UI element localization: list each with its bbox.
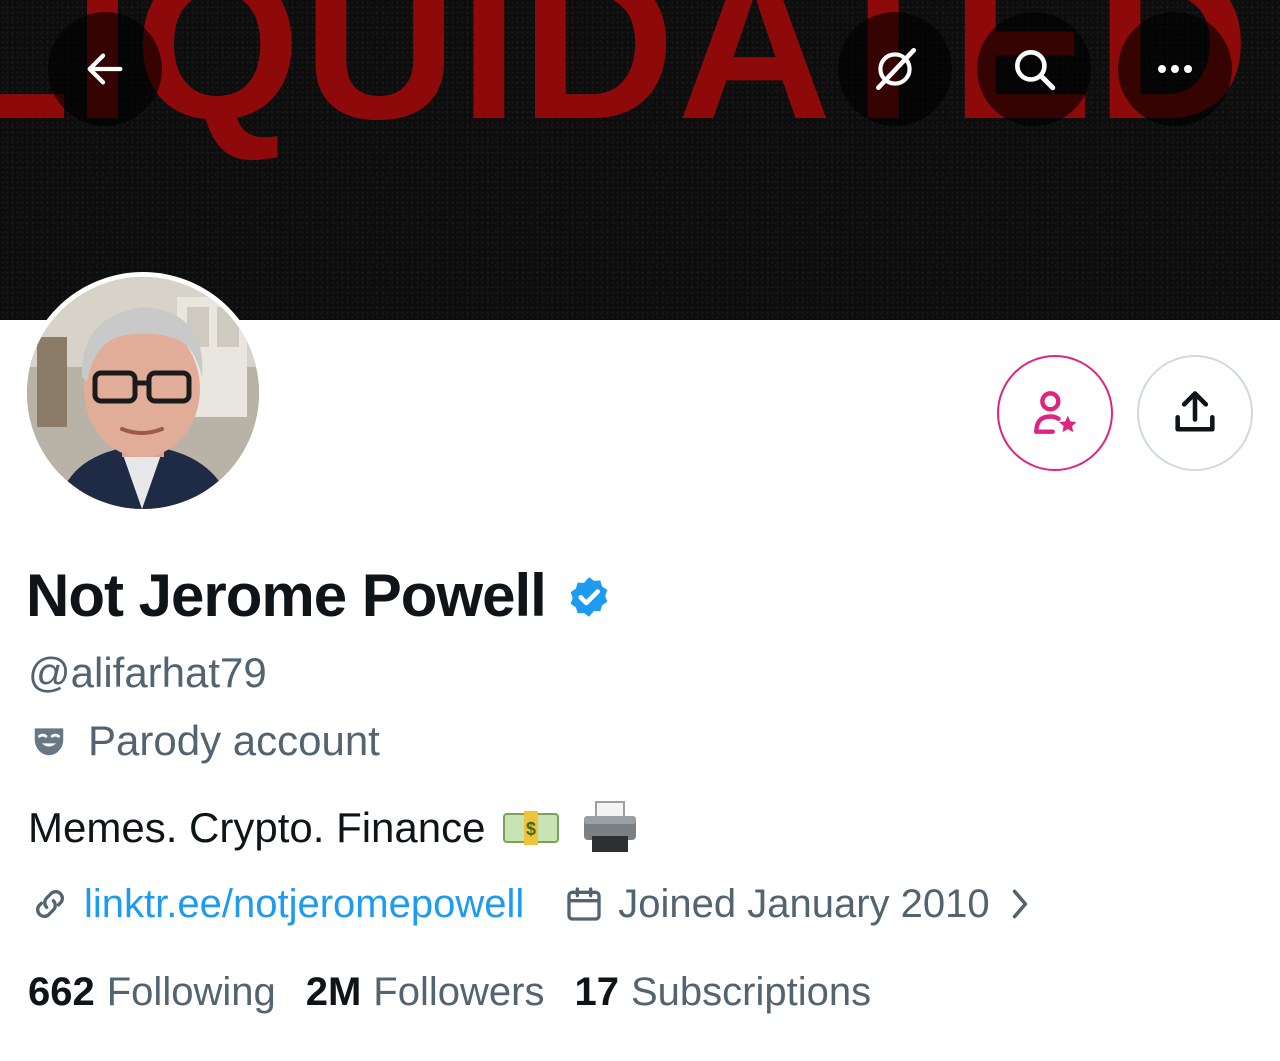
profile-stats: 662 Following 2M Followers 17 Subscripti… xyxy=(28,970,901,1015)
profile-name-row: Not Jerome Powell xyxy=(26,566,614,626)
verified-badge-icon[interactable] xyxy=(564,574,614,624)
printer-emoji-icon xyxy=(583,801,636,852)
back-button[interactable] xyxy=(48,12,162,126)
avatar-photo xyxy=(27,277,259,509)
followers-count: 2M xyxy=(305,970,362,1014)
chevron-right-icon[interactable] xyxy=(1008,886,1032,922)
search-icon xyxy=(1015,50,1056,91)
followers-label: Followers xyxy=(373,970,545,1014)
profile-bio: Memes. Crypto. Finance $ xyxy=(28,800,640,856)
more-button[interactable] xyxy=(1118,12,1232,126)
website-link[interactable]: linktr.ee/notjeromepowell xyxy=(84,884,524,924)
subscriptions-stat[interactable]: 17 Subscriptions xyxy=(574,970,871,1015)
parody-label-row: Parody account xyxy=(30,720,380,762)
link-icon xyxy=(36,890,64,918)
profile-handle: @alifarhat79 xyxy=(28,649,267,696)
profile-banner[interactable]: LIQUIDATED xyxy=(0,0,1280,320)
bio-text: Memes. Crypto. Finance xyxy=(28,804,486,851)
subscribe-button[interactable] xyxy=(997,355,1113,471)
calendar-icon xyxy=(567,887,601,921)
grok-button[interactable] xyxy=(838,12,952,126)
following-stat[interactable]: 662 Following xyxy=(28,970,276,1015)
arrow-left-icon xyxy=(87,53,123,85)
following-label: Following xyxy=(106,970,276,1014)
avatar-button[interactable] xyxy=(22,272,264,514)
parody-label: Parody account xyxy=(88,717,380,764)
grok-icon xyxy=(876,47,917,91)
parody-mask-icon xyxy=(34,728,64,756)
more-horizontal-icon xyxy=(1158,65,1192,73)
search-button[interactable] xyxy=(977,12,1091,126)
followers-stat[interactable]: 2M Followers xyxy=(306,970,545,1015)
person-star-icon xyxy=(1034,391,1077,434)
following-count: 662 xyxy=(28,970,95,1014)
svg-text:$: $ xyxy=(525,819,535,839)
share-upload-icon xyxy=(1175,391,1215,432)
display-name: Not Jerome Powell xyxy=(26,562,547,629)
subscriptions-label: Subscriptions xyxy=(630,970,872,1014)
share-button[interactable] xyxy=(1137,355,1253,471)
avatar xyxy=(27,277,259,509)
joined-date[interactable]: Joined January 2010 xyxy=(618,884,989,924)
subscriptions-count: 17 xyxy=(574,970,619,1014)
money-emoji-icon: $ xyxy=(502,811,559,845)
profile-meta-row: linktr.ee/notjeromepowell Joined January… xyxy=(30,884,1032,924)
